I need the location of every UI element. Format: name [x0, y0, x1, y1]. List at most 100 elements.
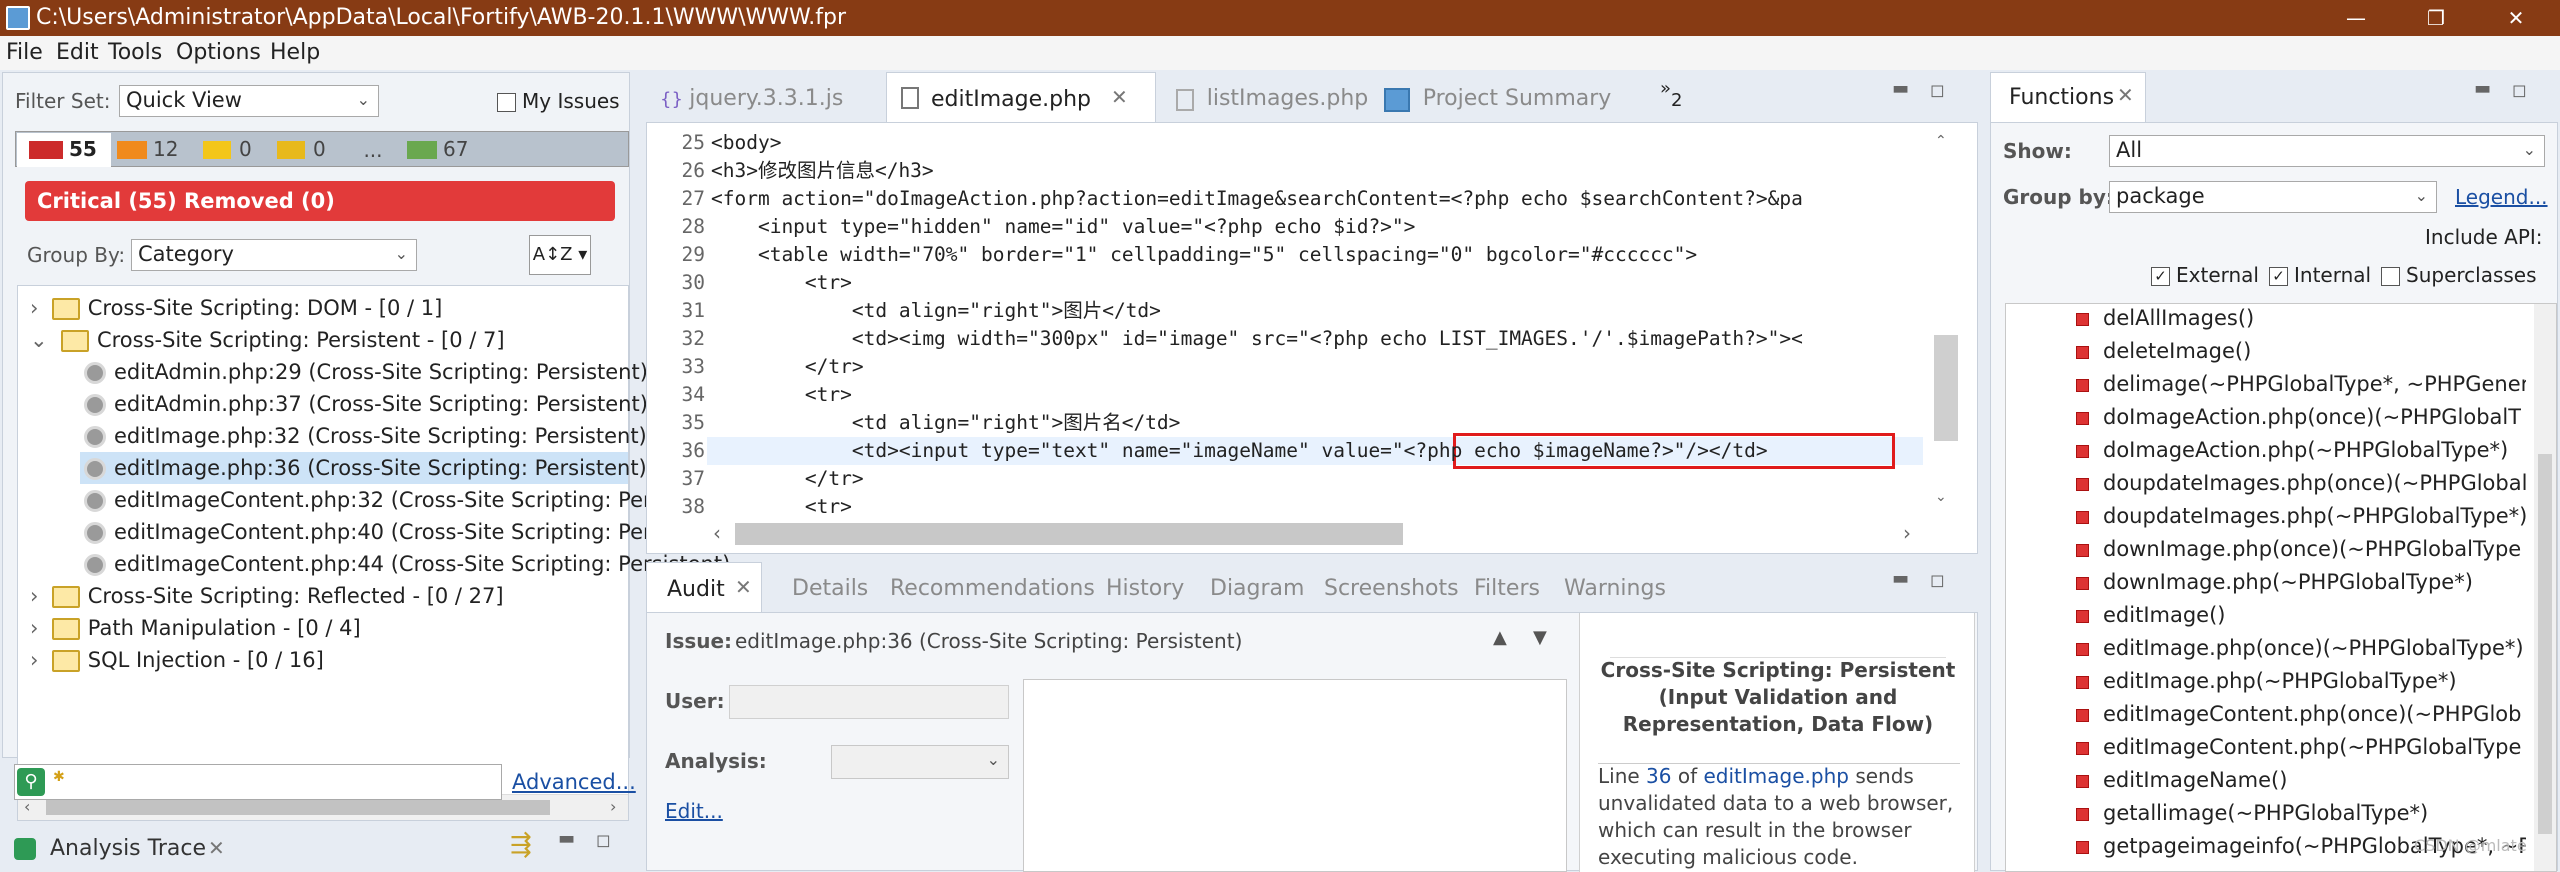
superclasses-checkbox[interactable]: Superclasses: [2381, 263, 2537, 287]
tab-overflow[interactable]: »2: [1660, 78, 1682, 111]
minimize-icon[interactable]: ▬: [2474, 78, 2491, 99]
my-issues-checkbox[interactable]: My Issues: [497, 89, 620, 113]
horizontal-scrollbar[interactable]: ‹ ›: [707, 519, 1923, 549]
function-item[interactable]: doImageAction.php(~PHPGlobalType*): [2076, 434, 2508, 467]
tab-more[interactable]: ...: [347, 133, 399, 167]
code-line[interactable]: <td align="right">图片</td>: [711, 297, 1161, 325]
code-line[interactable]: <td align="right">图片名</td>: [711, 409, 1181, 437]
tree-issue[interactable]: editAdmin.php:37 (Cross-Site Scripting: …: [84, 388, 648, 420]
vertical-scrollbar[interactable]: [2534, 304, 2556, 871]
code-line[interactable]: </tr>: [711, 465, 864, 493]
function-item[interactable]: deleteImage(): [2076, 335, 2251, 368]
function-item[interactable]: downImage.php(once)(~PHPGlobalType: [2076, 533, 2521, 566]
function-item[interactable]: doupdateImages.php(once)(~PHPGlobal: [2076, 467, 2526, 500]
tree-issue[interactable]: editAdmin.php:29 (Cross-Site Scripting: …: [84, 356, 648, 388]
close-icon[interactable]: ✕: [208, 836, 225, 860]
tab-diagram[interactable]: Diagram: [1210, 576, 1304, 601]
group-by-select[interactable]: package ⌄: [2109, 181, 2437, 213]
group-by-select[interactable]: Category ⌄: [131, 239, 417, 271]
tree-issue[interactable]: editImage.php:32 (Cross-Site Scripting: …: [84, 420, 647, 452]
function-item[interactable]: downImage.php(~PHPGlobalType*): [2076, 566, 2473, 599]
tab-details[interactable]: Details: [792, 576, 868, 601]
tab-all[interactable]: 67: [401, 133, 485, 167]
function-item[interactable]: editImageContent.php(~PHPGlobalType: [2076, 731, 2521, 764]
analysis-select[interactable]: ⌄: [831, 745, 1009, 779]
line-link[interactable]: 36: [1646, 764, 1671, 788]
restore-icon[interactable]: ❐: [2406, 0, 2466, 36]
close-icon[interactable]: ✕: [2117, 83, 2134, 107]
comment-textarea[interactable]: [1023, 679, 1567, 872]
scroll-down-icon[interactable]: ⌄: [1935, 489, 1947, 505]
maximize-icon[interactable]: ◻: [596, 830, 611, 851]
next-issue-icon[interactable]: ▼: [1533, 627, 1547, 648]
external-checkbox[interactable]: ✓ External: [2151, 263, 2259, 287]
tree-category[interactable]: › Cross-Site Scripting: DOM - [0 / 1]: [30, 292, 442, 324]
show-select[interactable]: All ⌄: [2109, 135, 2545, 167]
function-item[interactable]: delAllImages(): [2076, 302, 2254, 335]
filter-set-select[interactable]: Quick View ⌄: [119, 85, 379, 117]
function-item[interactable]: editImage.php(once)(~PHPGlobalType*): [2076, 632, 2524, 665]
code-line[interactable]: <td><input type="text" name="imageName" …: [711, 437, 1768, 465]
function-item[interactable]: doImageAction.php(once)(~PHPGlobalT: [2076, 401, 2521, 434]
scrollbar-thumb[interactable]: [46, 800, 550, 815]
scroll-right-icon[interactable]: ›: [1903, 521, 1911, 545]
menu-tools[interactable]: Tools: [108, 40, 162, 65]
scrollbar-thumb[interactable]: [2538, 454, 2552, 834]
search-input[interactable]: ⚲ ✱: [14, 764, 502, 800]
tab-functions[interactable]: Functions ✕: [1990, 72, 2146, 122]
tree-category[interactable]: ⌄ Cross-Site Scripting: Persistent - [0 …: [30, 324, 505, 356]
tree-issue[interactable]: editImageContent.php:32 (Cross-Site Scri…: [84, 484, 730, 516]
scroll-up-icon[interactable]: ⌃: [1935, 133, 1947, 149]
code-line[interactable]: <body>: [711, 129, 781, 157]
code-line[interactable]: <tr>: [711, 493, 852, 521]
menu-file[interactable]: File: [6, 40, 43, 65]
code-line[interactable]: <td><img width="300px" id="image" src="<…: [711, 325, 1803, 353]
user-field[interactable]: [729, 685, 1009, 719]
tab-listimages[interactable]: listImages.php: [1176, 86, 1368, 111]
code-line[interactable]: <input type="hidden" name="id" value="<?…: [711, 213, 1415, 241]
tab-screenshots[interactable]: Screenshots: [1324, 576, 1459, 601]
tree-issue-selected[interactable]: editImage.php:36 (Cross-Site Scripting: …: [84, 452, 647, 484]
menu-help[interactable]: Help: [270, 40, 320, 65]
code-line[interactable]: <h3>修改图片信息</h3>: [711, 157, 934, 185]
menu-edit[interactable]: Edit: [56, 40, 99, 65]
tab-project-summary[interactable]: Project Summary: [1384, 86, 1611, 112]
tab-jquery[interactable]: {} jquery.3.3.1.js: [660, 86, 843, 111]
legend-link[interactable]: Legend...: [2455, 185, 2548, 209]
vertical-scrollbar[interactable]: ⌃ ⌄: [1923, 123, 1977, 517]
function-item[interactable]: editImage.php(~PHPGlobalType*): [2076, 665, 2457, 698]
previous-issue-icon[interactable]: ▲: [1493, 627, 1507, 648]
minimize-icon[interactable]: ▬: [1892, 568, 1909, 589]
tab-high[interactable]: 12: [111, 133, 195, 167]
tree-issue[interactable]: editImageContent.php:40 (Cross-Site Scri…: [84, 516, 730, 548]
tree-category[interactable]: › SQL Injection - [0 / 16]: [30, 644, 324, 676]
tree-issue[interactable]: editImageContent.php:44 (Cross-Site Scri…: [84, 548, 730, 580]
tree-category[interactable]: › Path Manipulation - [0 / 4]: [30, 612, 361, 644]
close-icon[interactable]: ✕: [2486, 0, 2546, 36]
internal-checkbox[interactable]: ✓ Internal: [2269, 263, 2371, 287]
close-icon[interactable]: ✕: [735, 575, 752, 599]
tab-recommendations[interactable]: Recommendations: [890, 576, 1095, 601]
tab-history[interactable]: History: [1106, 576, 1184, 601]
file-link[interactable]: editImage.php: [1704, 764, 1849, 788]
code-line[interactable]: </tr>: [711, 353, 864, 381]
code-line[interactable]: <table width="70%" border="1" cellpaddin…: [711, 241, 1697, 269]
close-icon[interactable]: ✕: [1111, 85, 1128, 109]
edit-link[interactable]: Edit...: [665, 799, 723, 823]
tab-filters[interactable]: Filters: [1474, 576, 1540, 601]
minimize-icon[interactable]: ▬: [558, 828, 575, 849]
trace-navigate-icon[interactable]: ⇶: [510, 830, 532, 860]
function-item[interactable]: editImageName(): [2076, 764, 2287, 797]
advanced-link[interactable]: Advanced...: [512, 770, 636, 794]
tab-low[interactable]: 0: [271, 133, 343, 167]
maximize-icon[interactable]: ◻: [2512, 80, 2527, 101]
tab-audit[interactable]: Audit ✕: [646, 562, 762, 612]
scrollbar-thumb[interactable]: [735, 523, 1403, 545]
code-line[interactable]: <tr>: [711, 269, 852, 297]
menu-options[interactable]: Options: [176, 40, 261, 65]
maximize-icon[interactable]: ◻: [1930, 80, 1945, 101]
code-line[interactable]: <form action="doImageAction.php?action=e…: [711, 185, 1803, 213]
function-item[interactable]: editImage(): [2076, 599, 2225, 632]
tab-editimage[interactable]: editImage.php ✕: [886, 72, 1156, 122]
scrollbar-thumb[interactable]: [1934, 335, 1958, 441]
